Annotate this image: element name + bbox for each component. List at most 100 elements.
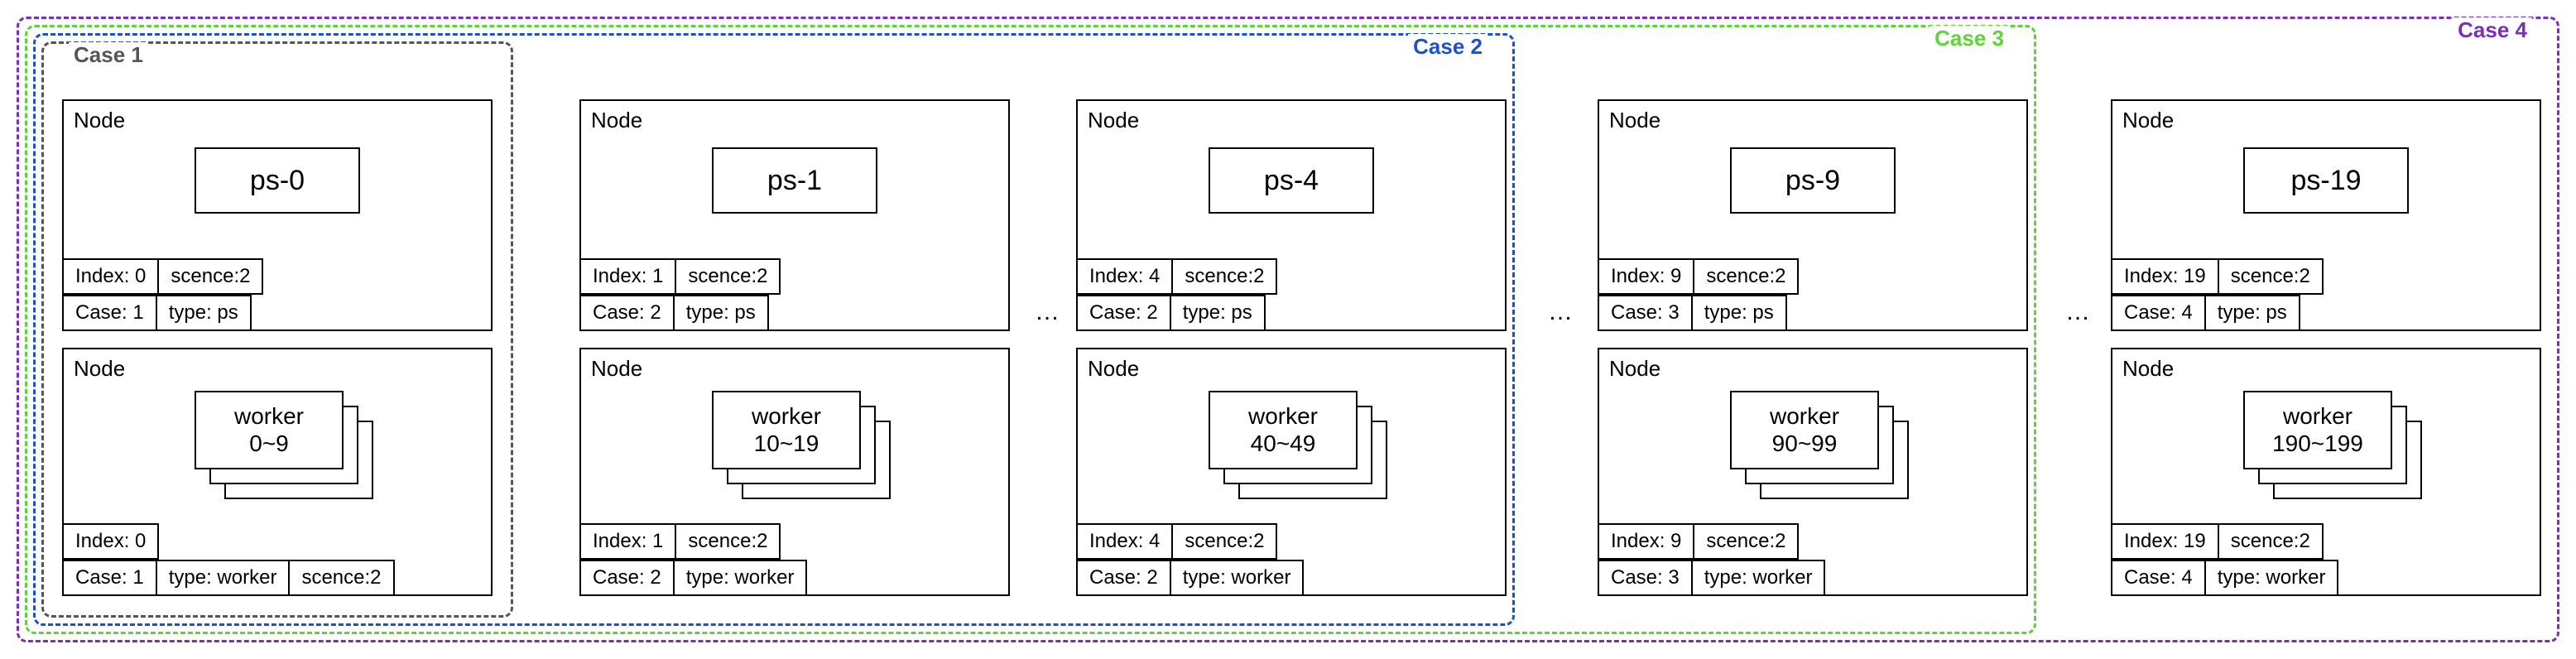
worker-card: worker 0~9	[195, 391, 344, 469]
tag-type: type: ps	[156, 295, 252, 331]
tag-case: Case: 1	[62, 560, 157, 596]
tag-index: Index: 19	[2111, 523, 2219, 560]
tag-type: type: worker	[156, 560, 291, 596]
tag-scence: scence:2	[675, 258, 781, 295]
node-title: Node	[591, 108, 642, 133]
tag-row: Index: 1 scence:2	[579, 258, 779, 295]
tag-case: Case: 4	[2111, 560, 2206, 596]
worker-stack: worker 90~99	[1730, 391, 1896, 482]
worker-card: worker 40~49	[1209, 391, 1358, 469]
worker-label: worker	[752, 403, 821, 430]
node-title: Node	[74, 108, 125, 133]
tag-type: type: worker	[1691, 560, 1826, 596]
worker-card: worker 10~19	[712, 391, 861, 469]
tag-scence: scence:2	[288, 560, 394, 596]
ellipsis: …	[2065, 298, 2092, 326]
worker-range: 0~9	[249, 431, 289, 457]
worker-stack: worker 10~19	[712, 391, 877, 482]
tag-scence: scence:2	[2218, 523, 2324, 560]
tag-row: Case: 2 type: worker	[579, 560, 805, 596]
tag-row: Case: 2 type: ps	[1076, 295, 1264, 331]
worker-range: 40~49	[1251, 431, 1316, 457]
tag-type: type: ps	[2204, 295, 2300, 331]
tag-type: type: worker	[1170, 560, 1305, 596]
worker-label: worker	[1770, 403, 1839, 430]
tag-index: Index: 1	[579, 523, 676, 560]
tag-scence: scence:2	[1171, 523, 1277, 560]
worker-card: worker 190~199	[2243, 391, 2392, 469]
diagram-root: Case 4 Case 3 Case 2 Case 1 Node ps-0 In…	[17, 17, 2559, 642]
node-title: Node	[1088, 108, 1139, 133]
tag-row: Index: 0 scence:2	[62, 258, 262, 295]
tag-case: Case: 1	[62, 295, 157, 331]
tag-row: Case: 4 type: worker	[2111, 560, 2337, 596]
node-title: Node	[591, 356, 642, 382]
tag-case: Case: 3	[1598, 295, 1693, 331]
worker-label: worker	[234, 403, 304, 430]
tag-row: Index: 19 scence:2	[2111, 258, 2322, 295]
tag-index: Index: 4	[1076, 523, 1173, 560]
ps-node-box: Node ps-4 Index: 4 scence:2 Case: 2 type…	[1076, 99, 1507, 331]
node-title: Node	[1088, 356, 1139, 382]
tag-index: Index: 19	[2111, 258, 2219, 295]
case-2-label: Case 2	[1408, 34, 1487, 60]
tag-row: Case: 1 type: ps	[62, 295, 250, 331]
worker-stack: worker 190~199	[2243, 391, 2409, 482]
column-3: Node ps-9 Index: 9 scence:2 Case: 3 type…	[1598, 99, 2028, 613]
worker-range: 90~99	[1772, 431, 1838, 457]
ps-label-box: ps-19	[2243, 147, 2409, 214]
tag-row: Index: 9 scence:2	[1598, 258, 1797, 295]
node-title: Node	[2122, 356, 2174, 382]
ps-label-box: ps-0	[195, 147, 360, 214]
column-0: Node ps-0 Index: 0 scence:2 Case: 1 type…	[62, 99, 493, 613]
tag-row: Case: 2 type: ps	[579, 295, 767, 331]
ps-node-box: Node ps-19 Index: 19 scence:2 Case: 4 ty…	[2111, 99, 2541, 331]
tag-scence: scence:2	[1693, 523, 1799, 560]
worker-stack: worker 0~9	[195, 391, 360, 482]
tag-case: Case: 2	[1076, 295, 1171, 331]
worker-range: 190~199	[2272, 431, 2363, 457]
tag-row: Case: 2 type: worker	[1076, 560, 1302, 596]
tag-type: type: worker	[2204, 560, 2339, 596]
tag-row: Index: 4 scence:2	[1076, 258, 1276, 295]
node-title: Node	[1609, 108, 1660, 133]
tag-row: Case: 1 type: worker scence:2	[62, 560, 393, 596]
ellipsis: …	[1035, 298, 1061, 326]
tag-scence: scence:2	[675, 523, 781, 560]
tag-index: Index: 0	[62, 258, 159, 295]
tag-row: Case: 4 type: ps	[2111, 295, 2299, 331]
ps-node-box: Node ps-1 Index: 1 scence:2 Case: 2 type…	[579, 99, 1010, 331]
tag-type: type: ps	[1170, 295, 1266, 331]
tag-index: Index: 9	[1598, 258, 1694, 295]
tag-type: type: worker	[673, 560, 808, 596]
worker-label: worker	[1248, 403, 1318, 430]
tag-type: type: ps	[673, 295, 769, 331]
worker-node-box: Node worker 10~19 Index: 1 scence:2 Case…	[579, 348, 1010, 596]
worker-node-box: Node worker 40~49 Index: 4 scence:2 Case…	[1076, 348, 1507, 596]
tag-case: Case: 2	[579, 560, 675, 596]
ps-label-box: ps-4	[1209, 147, 1374, 214]
case-3-label: Case 3	[1930, 26, 2009, 51]
worker-node-box: Node worker 90~99 Index: 9 scence:2 Case…	[1598, 348, 2028, 596]
ps-node-box: Node ps-0 Index: 0 scence:2 Case: 1 type…	[62, 99, 493, 331]
tag-row: Index: 19 scence:2	[2111, 523, 2322, 560]
node-title: Node	[2122, 108, 2174, 133]
tag-case: Case: 4	[2111, 295, 2206, 331]
tag-row: Case: 3 type: ps	[1598, 295, 1785, 331]
node-title: Node	[74, 356, 125, 382]
tag-index: Index: 9	[1598, 523, 1694, 560]
tag-index: Index: 0	[62, 523, 159, 560]
column-1: Node ps-1 Index: 1 scence:2 Case: 2 type…	[579, 99, 1010, 613]
tag-row: Index: 4 scence:2	[1076, 523, 1276, 560]
tag-row: Index: 1 scence:2	[579, 523, 779, 560]
worker-node-box: Node worker 190~199 Index: 19 scence:2 C…	[2111, 348, 2541, 596]
tag-index: Index: 4	[1076, 258, 1173, 295]
tag-case: Case: 2	[1076, 560, 1171, 596]
ps-label-box: ps-9	[1730, 147, 1896, 214]
worker-stack: worker 40~49	[1209, 391, 1374, 482]
tag-scence: scence:2	[157, 258, 263, 295]
tag-case: Case: 3	[1598, 560, 1693, 596]
tag-scence: scence:2	[1171, 258, 1277, 295]
tag-row: Index: 0	[62, 523, 157, 560]
node-title: Node	[1609, 356, 1660, 382]
